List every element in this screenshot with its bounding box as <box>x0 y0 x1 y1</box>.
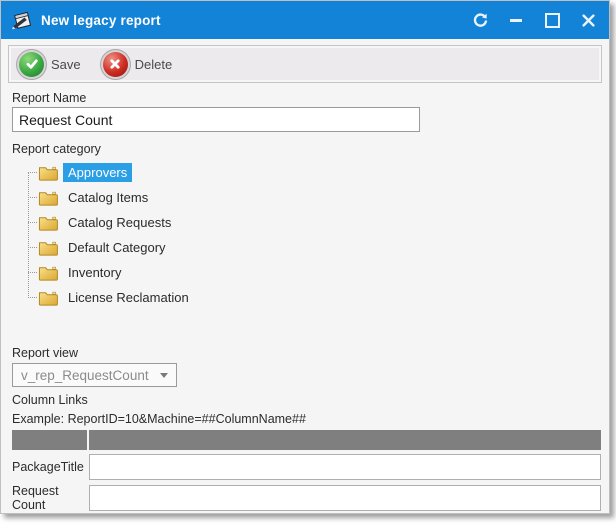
folder-icon <box>38 190 58 206</box>
column-row-label: Request Count <box>12 484 89 512</box>
save-label: Save <box>51 57 81 72</box>
folder-icon <box>38 165 58 181</box>
delete-button[interactable]: Delete <box>103 52 173 77</box>
save-button[interactable]: Save <box>19 52 81 77</box>
refresh-icon[interactable] <box>469 9 491 31</box>
tree-item-label: Inventory <box>63 263 126 282</box>
column-links-label: Column Links <box>12 393 88 407</box>
delete-label: Delete <box>135 57 173 72</box>
tree-item-inventory[interactable]: Inventory <box>17 260 317 285</box>
delete-x-icon <box>103 52 128 77</box>
report-name-input[interactable] <box>12 107 420 132</box>
tree-item-label: License Reclamation <box>63 288 194 307</box>
tree-item-label: Catalog Requests <box>63 213 176 232</box>
close-button[interactable] <box>577 9 599 31</box>
request-count-link-input[interactable] <box>89 485 601 511</box>
column-links-table-header <box>12 430 601 450</box>
folder-icon <box>38 215 58 231</box>
column-links-example: Example: ReportID=10&Machine=##ColumnNam… <box>12 412 306 426</box>
window-title: New legacy report <box>41 13 161 28</box>
tree-item-label: Catalog Items <box>63 188 153 207</box>
category-tree: Approvers Catalog Items Catalog Requests <box>17 160 317 310</box>
report-name-label: Report Name <box>12 91 86 105</box>
tree-item-default-category[interactable]: Default Category <box>17 235 317 260</box>
tree-item-label: Default Category <box>63 238 171 257</box>
minimize-button[interactable] <box>505 9 527 31</box>
window-controls <box>469 9 599 31</box>
maximize-button[interactable] <box>541 9 563 31</box>
column-row-label: PackageTitle <box>12 460 89 474</box>
folder-icon <box>38 240 58 256</box>
header-cell-link <box>89 430 601 450</box>
header-cell-name <box>12 430 87 450</box>
save-check-icon <box>19 52 44 77</box>
report-view-value: v_rep_RequestCount <box>21 368 160 383</box>
screen: New legacy report <box>0 0 616 526</box>
titlebar: New legacy report <box>1 1 609 39</box>
toolbar: Save Delete <box>8 45 602 83</box>
tree-item-approvers[interactable]: Approvers <box>17 160 317 185</box>
tree-item-label: Approvers <box>63 163 132 182</box>
chevron-down-icon <box>160 373 168 378</box>
tree-item-catalog-items[interactable]: Catalog Items <box>17 185 317 210</box>
new-legacy-report-dialog: New legacy report <box>0 0 610 514</box>
report-view-select[interactable]: v_rep_RequestCount <box>12 363 177 387</box>
report-view-label: Report view <box>12 346 78 360</box>
folder-icon <box>38 290 58 306</box>
packagetitle-link-input[interactable] <box>89 454 601 480</box>
report-note-icon <box>11 10 33 30</box>
tree-item-license-reclamation[interactable]: License Reclamation <box>17 285 317 310</box>
tree-item-catalog-requests[interactable]: Catalog Requests <box>17 210 317 235</box>
table-row: Request Count <box>12 484 601 512</box>
folder-icon <box>38 265 58 281</box>
report-category-label: Report category <box>12 142 101 156</box>
table-row: PackageTitle <box>12 453 601 481</box>
